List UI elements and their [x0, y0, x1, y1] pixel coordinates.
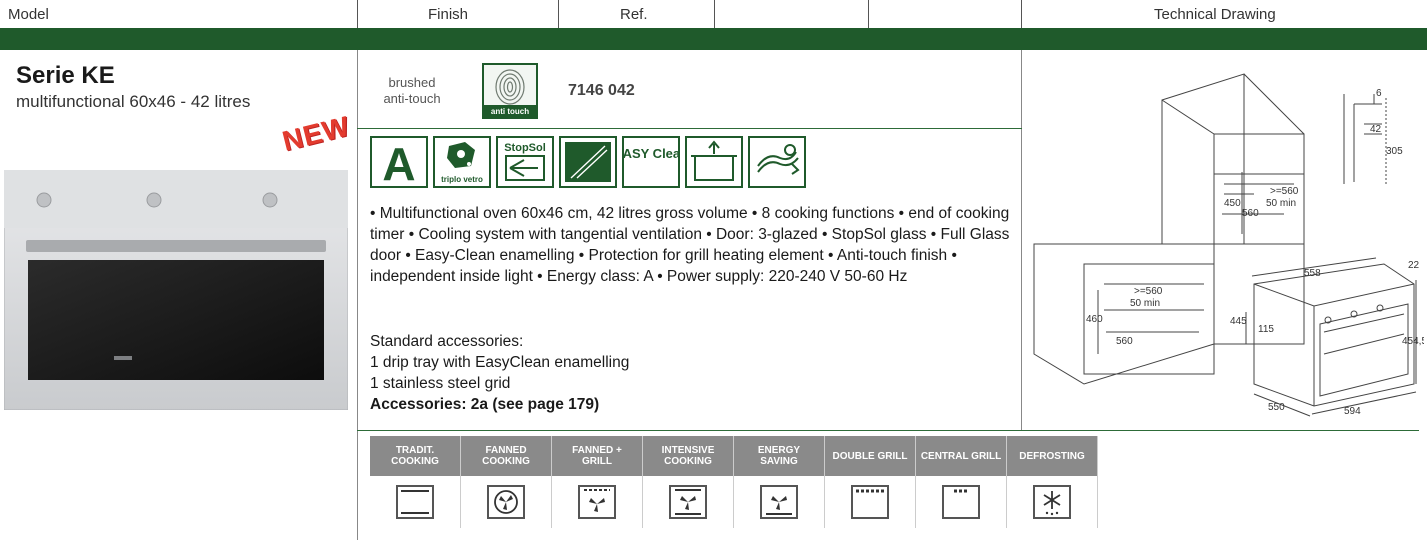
header-divider — [714, 0, 715, 28]
traditional-cooking-icon — [396, 485, 434, 519]
energy-class-icon: A — [370, 136, 428, 190]
anti-touch-label: anti touch — [491, 107, 529, 116]
triple-glass-label: triplo vetro — [441, 175, 483, 184]
function-label: FANNED COOKING — [461, 436, 551, 476]
stopsol-icon: StopSol — [496, 136, 554, 188]
dim-460: 460 — [1086, 314, 1103, 325]
dim-6: 6 — [1376, 88, 1382, 99]
tangential-ventilation-icon — [748, 136, 806, 188]
function-cell: FANNED COOKING — [461, 436, 552, 528]
function-cell: INTENSIVE COOKING — [643, 436, 734, 528]
function-label: INTENSIVE COOKING — [643, 436, 733, 476]
oven-product-image — [4, 170, 348, 410]
function-label: DEFROSTING — [1007, 436, 1097, 476]
dim-305: 305 — [1386, 146, 1403, 157]
dim-115: 115 — [1258, 324, 1274, 335]
finish-line: brushed — [388, 75, 436, 90]
double-grill-icon — [851, 485, 889, 519]
dim-560-min: >=560 — [1270, 186, 1299, 197]
function-cell: ENERGY SAVING — [734, 436, 825, 528]
table-header: Model Finish Ref. Technical Drawing — [0, 0, 1427, 28]
function-cell: TRADIT. COOKING — [370, 436, 461, 528]
header-green-bar — [0, 28, 1427, 50]
product-title: Serie KE — [16, 62, 115, 89]
grill-protection-icon — [685, 136, 743, 188]
dim-550: 550 — [1268, 402, 1285, 413]
triple-glass-icon: triplo vetro — [433, 136, 491, 188]
dim-22: 22 — [1408, 260, 1420, 271]
central-grill-icon — [942, 485, 980, 519]
function-cell: DEFROSTING — [1007, 436, 1098, 528]
accessory-item: 1 drip tray with EasyClean enamelling — [370, 354, 630, 371]
header-finish: Finish — [428, 6, 469, 23]
cooking-functions-table: TRADIT. COOKING FANNED COOKING FANNED + … — [370, 436, 1098, 528]
finish-text: brushed anti-touch — [372, 75, 452, 107]
header-divider — [868, 0, 869, 28]
anti-touch-icon: anti touch — [482, 63, 538, 119]
row-divider — [357, 128, 1022, 129]
feature-icons: A triplo vetro StopSol EASY Clean — [370, 136, 806, 190]
function-label: ENERGY SAVING — [734, 436, 824, 476]
easy-clean-icon: EASY Clean — [614, 136, 688, 188]
function-cell: DOUBLE GRILL — [825, 436, 916, 528]
ref-code: 7146 042 — [568, 82, 635, 99]
function-label: TRADIT. COOKING — [370, 436, 460, 476]
product-subtitle: multifunctional 60x46 - 42 litres — [16, 92, 251, 111]
energy-class-letter: A — [382, 138, 415, 186]
function-cell: CENTRAL GRILL — [916, 436, 1007, 528]
dim-50-min: 50 min — [1266, 198, 1296, 209]
stopsol-label: StopSol — [504, 142, 546, 154]
energy-saving-icon — [760, 485, 798, 519]
defrosting-icon — [1033, 485, 1071, 519]
accessories-heading: Standard accessories: — [370, 333, 524, 350]
header-ref: Ref. — [620, 6, 648, 23]
column-divider — [357, 50, 358, 540]
dim-454-5: 454,5 — [1402, 336, 1424, 347]
dim-445: 445 — [1230, 316, 1247, 327]
accessory-item: 1 stainless steel grid — [370, 375, 511, 392]
dim-560: 560 — [1242, 208, 1259, 219]
fanned-grill-icon — [578, 485, 616, 519]
easy-clean-label: EASY Clean — [624, 146, 678, 161]
new-badge: NEW — [279, 110, 353, 157]
header-model: Model — [8, 6, 49, 23]
full-glass-door-icon — [559, 136, 617, 188]
fingerprint-icon: anti touch — [484, 69, 536, 117]
fanned-cooking-icon — [487, 485, 525, 519]
dim-560-lower: 560 — [1116, 336, 1133, 347]
technical-drawing: 6 42 305 450 >=560 50 min 560 460 >=560 … — [1033, 73, 1424, 417]
finish-line: anti-touch — [383, 91, 441, 106]
intensive-cooking-icon — [669, 485, 707, 519]
header-divider — [357, 0, 358, 28]
function-label: DOUBLE GRILL — [825, 436, 915, 476]
header-divider — [1021, 0, 1022, 28]
product-description: • Multifunctional oven 60x46 cm, 42 litr… — [370, 205, 1010, 285]
dim-560-min-lower: >=560 — [1134, 286, 1163, 297]
dim-594: 594 — [1344, 406, 1361, 417]
column-divider — [1021, 50, 1022, 430]
header-divider — [558, 0, 559, 28]
accessories-extra: Accessories: 2a (see page 179) — [370, 396, 600, 413]
dim-450: 450 — [1224, 198, 1241, 209]
function-label: CENTRAL GRILL — [916, 436, 1006, 476]
function-cell: FANNED + GRILL — [552, 436, 643, 528]
header-technical-drawing: Technical Drawing — [1154, 6, 1276, 23]
dim-50-min-lower: 50 min — [1130, 298, 1160, 309]
row-divider — [357, 430, 1419, 431]
dim-42: 42 — [1370, 124, 1382, 135]
dim-558: 558 — [1304, 268, 1321, 279]
function-label: FANNED + GRILL — [552, 436, 642, 476]
